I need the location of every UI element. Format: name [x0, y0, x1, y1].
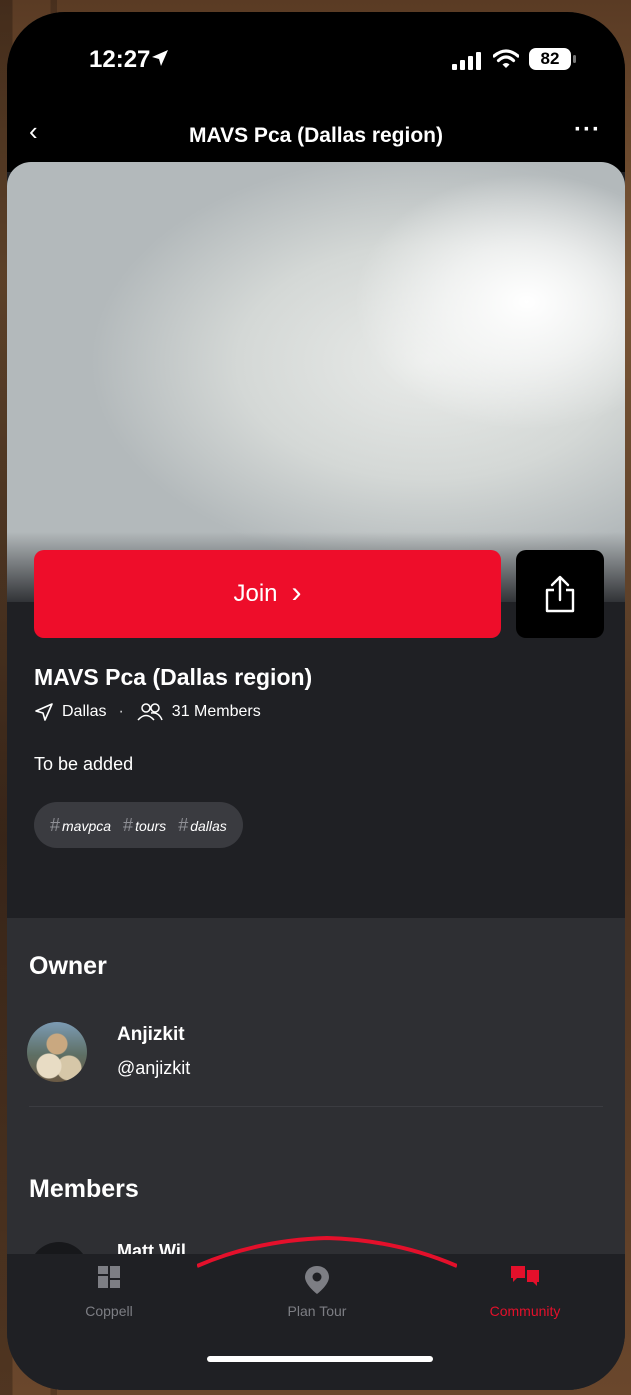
tag-item[interactable]: # tours [123, 815, 166, 836]
owner-handle: @anjizkit [117, 1058, 191, 1078]
status-time: 12:27 [89, 46, 151, 73]
tag-item[interactable]: # mavpca [50, 815, 111, 836]
tab-coppell[interactable]: Coppell [9, 1264, 209, 1319]
hash-icon: # [50, 814, 61, 835]
join-label: Join [233, 580, 278, 607]
meta-separator: · [118, 703, 124, 720]
tab-label: Coppell [85, 1303, 133, 1319]
tag-list: # mavpca # tours # dallas [34, 802, 243, 848]
hash-icon: # [178, 814, 189, 835]
share-icon [545, 575, 575, 613]
chevron-right-icon: › [291, 575, 302, 609]
page-title: MAVS Pca (Dallas region) [188, 124, 443, 147]
tab-curve-indicator [197, 1235, 457, 1268]
group-name: MAVS Pca (Dallas region) [34, 664, 313, 690]
group-description: To be added [34, 754, 134, 774]
tab-label: Community [489, 1303, 561, 1319]
members-icon [137, 703, 163, 721]
tab-plan-tour[interactable]: Plan Tour [217, 1264, 417, 1319]
group-location: Dallas [62, 703, 107, 720]
battery-indicator: 82 [529, 48, 576, 70]
status-bar: 12:27 82 [7, 12, 625, 112]
dashboard-icon [98, 1266, 120, 1288]
owner-name[interactable]: Anjizkit [117, 1024, 185, 1046]
home-indicator [207, 1356, 433, 1362]
owner-avatar[interactable] [27, 1022, 87, 1082]
members-count: 31 Members [171, 703, 261, 720]
more-options-button[interactable]: ··· [574, 116, 601, 144]
members-section-title: Members [29, 1175, 139, 1203]
tag-item[interactable]: # dallas [178, 815, 227, 836]
divider [29, 1106, 603, 1107]
location-arrow-icon [151, 49, 169, 72]
join-button[interactable]: Join › [34, 550, 501, 638]
tab-bar: Coppell Plan Tour Community [7, 1235, 625, 1390]
tab-label: Plan Tour [287, 1303, 347, 1319]
location-icon [35, 703, 53, 721]
group-meta: Dallas · 31 Members [34, 702, 261, 722]
owner-section-title: Owner [29, 952, 107, 980]
chat-bubbles-icon [511, 1266, 539, 1286]
hash-icon: # [123, 814, 134, 835]
tab-community[interactable]: Community [425, 1264, 625, 1319]
map-pin-icon [305, 1266, 329, 1294]
phone-screen: 12:27 82 ‹ MAVS Pca (Dallas region) ··· … [7, 12, 625, 1390]
cell-signal-icon [452, 52, 481, 70]
wifi-icon [492, 48, 520, 75]
share-button[interactable] [516, 550, 604, 638]
